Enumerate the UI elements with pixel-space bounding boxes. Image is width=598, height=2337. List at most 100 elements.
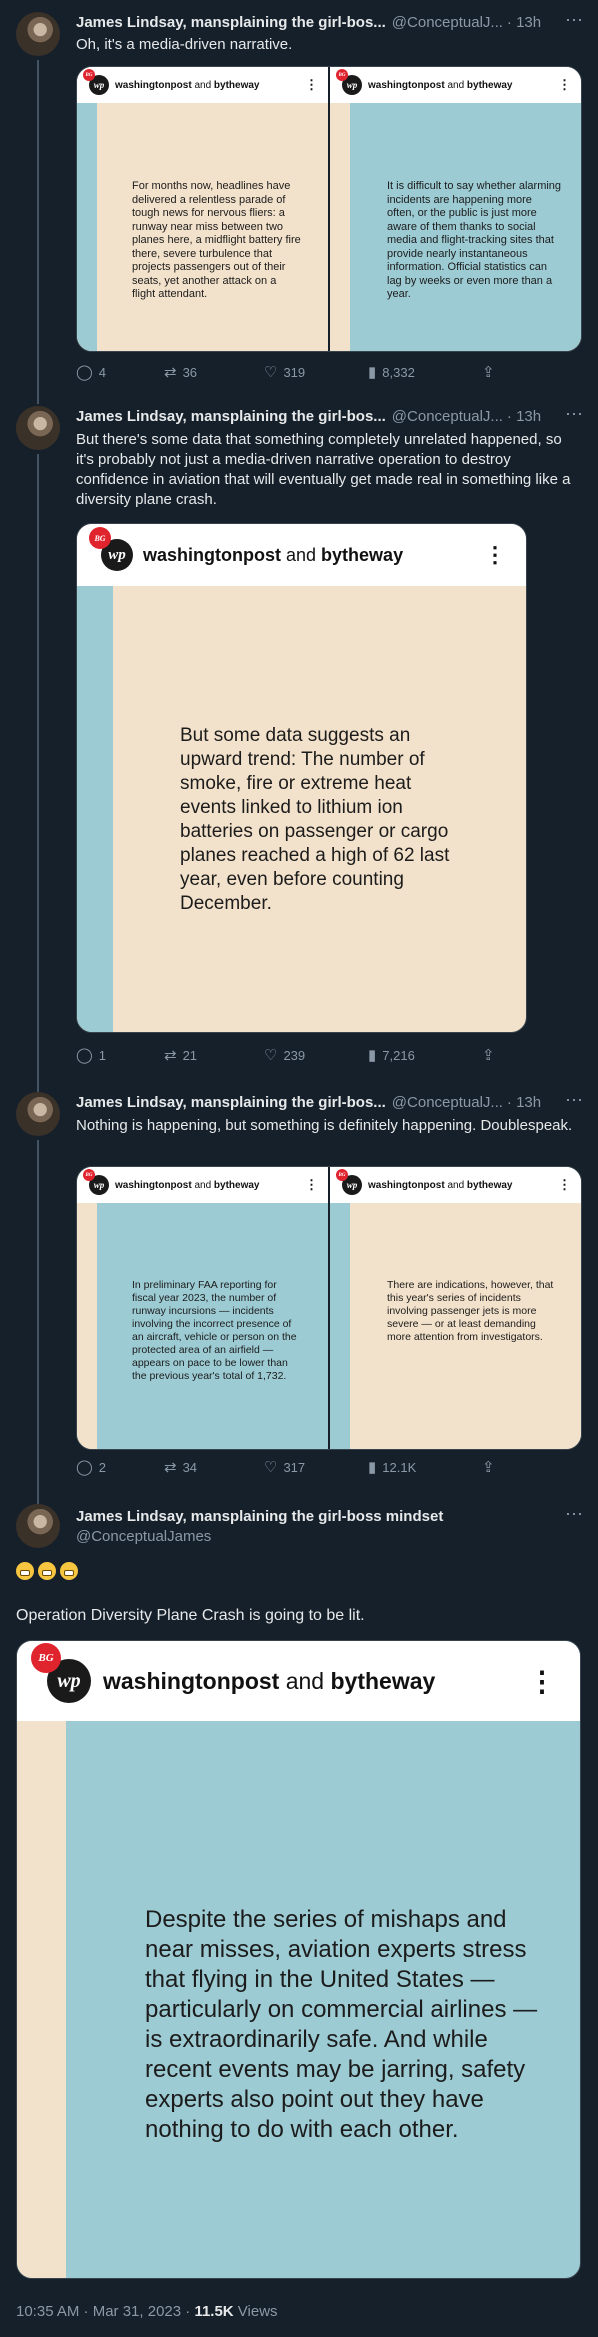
author-handle[interactable]: @ConceptualJ... <box>392 408 503 425</box>
card-header: BG wp washingtonpost and bytheway ⋮ <box>77 67 328 103</box>
views-button[interactable]: ▮ 8,332 <box>368 365 415 380</box>
share-button[interactable]: ⇪ <box>482 1460 495 1475</box>
blue-stripe <box>330 1203 350 1449</box>
author-name[interactable]: James Lindsay, mansplaining the girl-bos… <box>76 408 386 425</box>
tweet-time[interactable]: · 13h <box>507 408 541 425</box>
like-button[interactable]: ♡ 239 <box>264 1048 305 1063</box>
tweet-actions: ◯ 1 ⇄ 21 ♡ 239 ▮ 7,216 ⇪ <box>76 1048 566 1068</box>
card-quote: In preliminary FAA reporting for fiscal … <box>132 1279 297 1382</box>
badge-icon: BG <box>336 69 348 81</box>
badge-icon: BG <box>83 1169 95 1181</box>
avatar[interactable] <box>16 12 60 56</box>
avatar[interactable] <box>16 406 60 450</box>
wp-logo-icon: BG wp <box>336 69 362 95</box>
media-panel-left[interactable]: BG wp washingtonpost and bytheway ⋮ In p… <box>77 1167 328 1449</box>
wp-logo-icon: BG wp <box>336 1169 362 1195</box>
share-button[interactable]: ⇪ <box>482 1048 495 1063</box>
card-quote: There are indications, however, that thi… <box>387 1279 554 1343</box>
reply-tweet-2[interactable]: James Lindsay, mansplaining the girl-bos… <box>0 390 598 1082</box>
card-more-icon[interactable]: ⋮ <box>305 1177 318 1193</box>
reply-icon: ◯ <box>76 1459 93 1476</box>
media-grid[interactable]: BG wp washingtonpost and bytheway ⋮ In p… <box>76 1166 582 1450</box>
emoji-row <box>16 1562 82 1580</box>
media-panel-left[interactable]: BG wp washingtonpost and bytheway ⋮ For … <box>77 67 328 351</box>
media-image[interactable]: BG wp washingtonpost and bytheway ⋮ Desp… <box>16 1640 581 2279</box>
views-count: 12.1K <box>382 1460 417 1475</box>
retweet-icon: ⇄ <box>164 1459 177 1476</box>
retweet-button[interactable]: ⇄ 36 <box>164 365 197 380</box>
card-more-icon[interactable]: ⋮ <box>305 77 318 93</box>
tweet-text: But there's some data that something com… <box>76 431 571 508</box>
like-button[interactable]: ♡ 319 <box>264 365 305 380</box>
timestamp-text[interactable]: 10:35 AM · Mar 31, 2023 · <box>16 2303 194 2320</box>
tweet-time[interactable]: · 13h <box>507 14 541 31</box>
views-button[interactable]: ▮ 7,216 <box>368 1048 415 1063</box>
retweet-button[interactable]: ⇄ 21 <box>164 1048 197 1063</box>
tweet-text: Nothing is happening, but something is d… <box>76 1117 573 1134</box>
reply-button[interactable]: ◯ 1 <box>76 1048 106 1063</box>
reply-tweet-3[interactable]: James Lindsay, mansplaining the girl-bos… <box>0 1082 598 1530</box>
media-image[interactable]: BG wp washingtonpost and bytheway ⋮ But … <box>76 523 527 1033</box>
badge-icon: BG <box>336 1169 348 1181</box>
brand-name: washingtonpost and bytheway <box>143 544 404 565</box>
tweet-actions: ◯ 4 ⇄ 36 ♡ 319 ▮ 8,332 ⇪ <box>76 365 566 385</box>
wp-logo-text: wp <box>346 1180 358 1190</box>
thread-line <box>37 390 39 404</box>
author-handle[interactable]: @ConceptualJ... <box>392 1094 503 1111</box>
more-icon[interactable]: ⋯ <box>565 1504 584 1525</box>
card-header: BG wp washingtonpost and bytheway ⋮ <box>77 524 526 586</box>
brand-name: washingtonpost and bytheway <box>368 1179 513 1191</box>
reply-button[interactable]: ◯ 4 <box>76 365 106 380</box>
author-name[interactable]: James Lindsay, mansplaining the girl-bos… <box>76 14 386 31</box>
card-more-icon[interactable]: ⋮ <box>484 542 506 568</box>
author-name[interactable]: James Lindsay, mansplaining the girl-bos… <box>76 1508 443 1525</box>
tweet-time[interactable]: · 13h <box>507 1094 541 1111</box>
author-handle[interactable]: @ConceptualJ... <box>392 14 503 31</box>
avatar[interactable] <box>16 1092 60 1136</box>
card-header: BG wp washingtonpost and bytheway ⋮ <box>17 1641 580 1721</box>
tweet-text: Oh, it's a media-driven narrative. <box>76 36 293 53</box>
like-count: 239 <box>283 1048 306 1063</box>
badge-icon: BG <box>83 69 95 81</box>
retweet-count: 34 <box>182 1460 198 1475</box>
wp-logo-icon: BG wp <box>83 1169 109 1195</box>
media-grid[interactable]: BG wp washingtonpost and bytheway ⋮ For … <box>76 66 582 352</box>
card-more-icon[interactable]: ⋮ <box>528 1665 556 1698</box>
card-more-icon[interactable]: ⋮ <box>558 77 571 93</box>
beige-stripe <box>77 1203 97 1449</box>
card-quote: For months now, headlines have delivered… <box>132 180 301 300</box>
reply-tweet-1[interactable]: James Lindsay, mansplaining the girl-bos… <box>0 0 598 390</box>
more-icon[interactable]: ⋯ <box>565 10 584 31</box>
card-quote: Despite the series of mishaps and near m… <box>145 1906 538 2143</box>
author-name[interactable]: James Lindsay, mansplaining the girl-bos… <box>76 1094 386 1111</box>
retweet-button[interactable]: ⇄ 34 <box>164 1460 197 1475</box>
more-icon[interactable]: ⋯ <box>565 404 584 425</box>
brand-name: washingtonpost and bytheway <box>368 79 513 91</box>
beige-stripe <box>330 103 350 351</box>
card-header: BG wp washingtonpost and bytheway ⋮ <box>77 1167 328 1203</box>
retweet-icon: ⇄ <box>164 364 177 381</box>
like-button[interactable]: ♡ 317 <box>264 1460 305 1475</box>
avatar[interactable] <box>16 1504 60 1548</box>
like-icon: ♡ <box>264 364 278 381</box>
reply-button[interactable]: ◯ 2 <box>76 1460 106 1475</box>
views-button[interactable]: ▮ 12.1K <box>368 1460 416 1475</box>
views-count: 7,216 <box>382 1048 415 1063</box>
more-icon[interactable]: ⋯ <box>565 1090 584 1111</box>
share-icon: ⇪ <box>482 1459 495 1476</box>
card-quote: It is difficult to say whether alarming … <box>387 180 562 300</box>
reply-count: 4 <box>98 365 107 380</box>
wp-logo-icon: BG wp <box>31 1643 91 1703</box>
views-icon: ▮ <box>368 1459 377 1476</box>
tweet-timestamp[interactable]: 10:35 AM · Mar 31, 2023 · 11.5K Views <box>16 2303 278 2320</box>
media-panel-right[interactable]: BG wp washingtonpost and bytheway ⋮ It i… <box>330 67 581 351</box>
reply-count: 2 <box>98 1460 107 1475</box>
thread-line <box>37 1140 39 1530</box>
wp-logo-icon: BG wp <box>83 69 109 95</box>
blue-stripe <box>77 103 97 351</box>
wp-logo-text: wp <box>108 546 126 563</box>
card-more-icon[interactable]: ⋮ <box>558 1177 571 1193</box>
media-panel-right[interactable]: BG wp washingtonpost and bytheway ⋮ Ther… <box>330 1167 581 1449</box>
share-button[interactable]: ⇪ <box>482 365 495 380</box>
author-handle[interactable]: @ConceptualJames <box>76 1528 211 1545</box>
